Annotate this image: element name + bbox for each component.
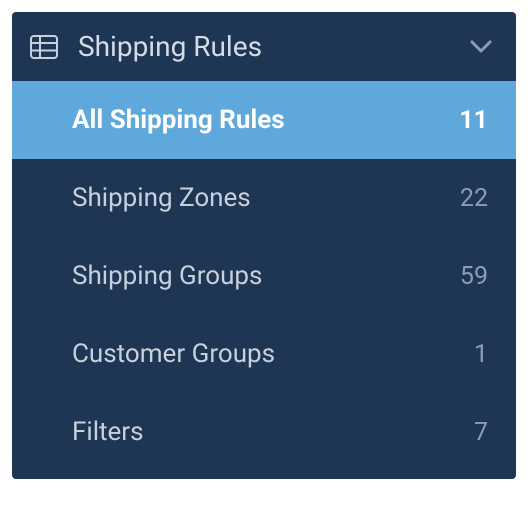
panel-items: All Shipping Rules 11 Shipping Zones 22 … <box>12 81 516 479</box>
sidebar-item-label: Filters <box>72 417 474 447</box>
sidebar-item-shipping-groups[interactable]: Shipping Groups 59 <box>12 237 516 315</box>
sidebar-item-label: All Shipping Rules <box>72 105 459 135</box>
shipping-rules-panel: Shipping Rules All Shipping Rules 11 Shi… <box>12 12 516 479</box>
sidebar-item-customer-groups[interactable]: Customer Groups 1 <box>12 315 516 393</box>
sidebar-item-shipping-zones[interactable]: Shipping Zones 22 <box>12 159 516 237</box>
panel-title: Shipping Rules <box>78 30 470 63</box>
table-icon <box>30 35 58 59</box>
sidebar-item-label: Shipping Zones <box>72 183 460 213</box>
sidebar-item-count: 7 <box>474 418 488 447</box>
sidebar-item-count: 22 <box>460 184 488 213</box>
sidebar-item-filters[interactable]: Filters 7 <box>12 393 516 471</box>
sidebar-item-label: Shipping Groups <box>72 261 460 291</box>
sidebar-item-count: 11 <box>459 106 488 135</box>
sidebar-item-all-shipping-rules[interactable]: All Shipping Rules 11 <box>12 81 516 159</box>
chevron-down-icon <box>470 40 492 54</box>
sidebar-item-count: 59 <box>460 262 488 291</box>
sidebar-item-count: 1 <box>474 340 488 369</box>
sidebar-item-label: Customer Groups <box>72 339 474 369</box>
panel-header[interactable]: Shipping Rules <box>12 12 516 81</box>
